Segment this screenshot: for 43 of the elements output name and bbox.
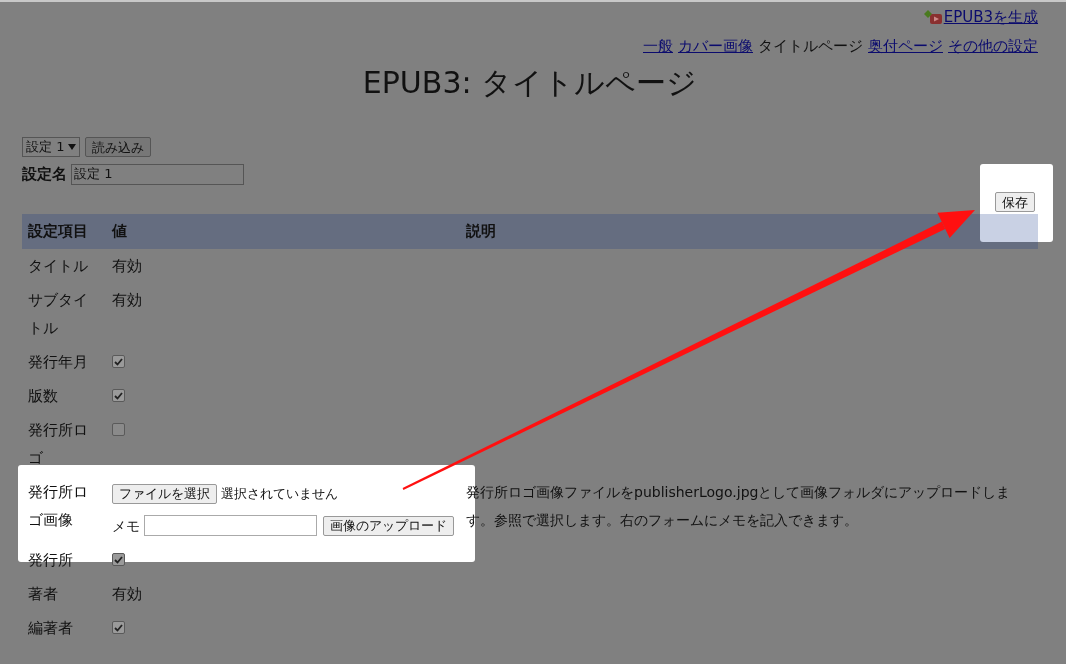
- preset-name-input[interactable]: 設定 1: [71, 163, 244, 185]
- memo-label: メモ: [112, 516, 140, 536]
- row-label: 発行所ロゴ: [28, 420, 88, 467]
- caret-icon: [68, 144, 77, 150]
- choose-file-button[interactable]: ファイルを選択: [112, 483, 217, 504]
- column-header: 設定項目: [27, 220, 89, 242]
- check-icon: [114, 555, 123, 564]
- column-header: 説明: [465, 220, 497, 242]
- row-label: 発行年月: [28, 352, 88, 371]
- row-label: タイトル: [28, 256, 88, 275]
- nav-link[interactable]: 奥付ページ: [868, 34, 943, 57]
- checkbox[interactable]: [112, 553, 125, 566]
- page-title: EPUB3: タイトルページ: [362, 64, 698, 102]
- load-button[interactable]: 読み込み: [85, 137, 152, 157]
- nav-current: タイトルページ: [758, 35, 863, 57]
- preset-name-label: 設定名: [22, 164, 67, 185]
- checkbox[interactable]: [112, 621, 125, 634]
- check-icon: [114, 357, 123, 366]
- generate-epub-link[interactable]: EPUB3を生成: [943, 6, 1038, 29]
- upload-image-button[interactable]: 画像のアップロード: [323, 515, 454, 536]
- nav-link[interactable]: カバー画像: [678, 34, 753, 57]
- row-label: サブタイトル: [28, 290, 88, 337]
- nav-link[interactable]: 一般: [643, 34, 673, 57]
- nav-link[interactable]: その他の設定: [948, 34, 1038, 57]
- check-icon: [114, 623, 123, 632]
- save-button[interactable]: 保存: [995, 191, 1035, 212]
- preset-select[interactable]: 設定 1: [22, 137, 81, 157]
- memo-input[interactable]: [144, 515, 317, 536]
- value-text: 有効: [112, 290, 142, 309]
- file-status: 選択されていません: [221, 484, 338, 503]
- value-text: 有効: [112, 256, 142, 275]
- value-text: 有効: [112, 584, 142, 603]
- check-icon: [114, 391, 123, 400]
- checkbox[interactable]: [112, 389, 125, 402]
- checkbox[interactable]: [112, 423, 125, 436]
- description-text: 発行所ロゴ画像ファイルをpublisherLogo.jpgとして画像フォルダにアップロードします。参照で選択します。右のフォームにメモを記入できます。: [466, 483, 1011, 528]
- row-label: 発行所: [28, 550, 73, 569]
- checkbox[interactable]: [112, 355, 125, 368]
- row-label: 発行所ロゴ画像: [28, 482, 88, 529]
- column-header: 値: [110, 220, 128, 242]
- row-label: 著者: [28, 584, 58, 603]
- row-label: 版数: [28, 386, 58, 405]
- row-label: 編著者: [28, 618, 73, 637]
